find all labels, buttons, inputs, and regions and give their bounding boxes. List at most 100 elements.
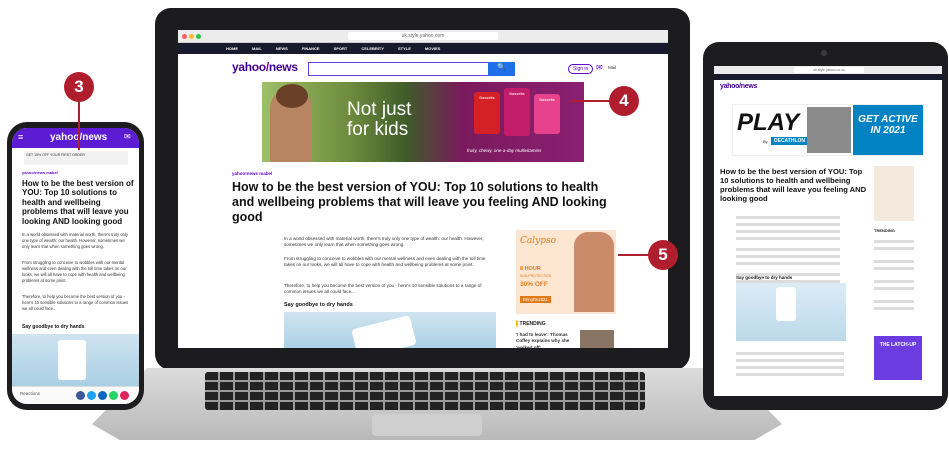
- play-logo: PLAY: [737, 109, 800, 136]
- search-button[interactable]: 🔍: [488, 62, 515, 76]
- bassetts-banner-ad[interactable]: Not just for kids Bassetts Bassetts Bass…: [262, 82, 584, 162]
- ad-line-3: 30% OFF: [520, 281, 548, 288]
- callout-3: 3: [64, 72, 94, 102]
- mail-icon[interactable]: ✉: [596, 63, 603, 72]
- tablet-screen: uk.style.yahoo.co.uk yahoo/news PLAY By …: [714, 66, 942, 396]
- yahoo-news-logo[interactable]: yahoo/news: [232, 60, 298, 74]
- phone-mini-ad[interactable]: GET 15% OFF YOUR FIRST ORDER: [24, 151, 128, 165]
- get-active-text: GET ACTIVE IN 2021: [853, 105, 923, 155]
- tablet-address-bar[interactable]: uk.style.yahoo.co.uk: [794, 67, 864, 73]
- hand-cream-image: [284, 312, 496, 348]
- trending-label: ▌TRENDING: [516, 321, 546, 327]
- decathlon-logo: DECATHLON: [771, 137, 809, 145]
- calypso-side-ad[interactable]: Calypso 8 HOUR SUN PROTECTION 30% OFF Br…: [516, 230, 616, 314]
- article-subheading: Say goodbye to dry hands: [284, 302, 353, 308]
- phone-paragraph-1: In a world obsessed with material worth,…: [22, 232, 128, 249]
- minimize-dot-icon[interactable]: [189, 34, 194, 39]
- phone-paragraph-3: Therefore, to help you become the best v…: [22, 294, 129, 311]
- tablet-browser-chrome: uk.style.yahoo.co.uk: [714, 66, 942, 74]
- treadmill-photo: [807, 107, 851, 153]
- messenger-icon[interactable]: [98, 391, 107, 400]
- bassetts-pack-3: Bassetts: [534, 94, 560, 134]
- reactions-label[interactable]: Reactions: [20, 391, 40, 396]
- nav-sport[interactable]: SPORT: [334, 46, 348, 51]
- phone-mail-icon[interactable]: ✉: [124, 132, 131, 141]
- callout-3-line: [78, 102, 80, 150]
- trending-item[interactable]: 'I had to leave': Thomas Coffey explains…: [516, 332, 576, 348]
- ad-line-2: SUN PROTECTION: [520, 274, 552, 278]
- site-navbar: HOME MAIL NEWS FINANCE SPORT CELEBRITY S…: [178, 43, 668, 54]
- phone-cream-tube: [58, 340, 86, 380]
- banner-text: Not just for kids: [347, 99, 412, 140]
- tablet-subheading: Say goodbye to dry hands: [736, 275, 793, 280]
- tablet-trending-list: [874, 236, 934, 310]
- tablet-paragraphs: [736, 212, 840, 283]
- trending-text: TRENDING: [519, 321, 546, 327]
- tablet-trending-label: TRENDING: [874, 228, 895, 233]
- facebook-icon[interactable]: [76, 391, 85, 400]
- close-dot-icon[interactable]: [182, 34, 187, 39]
- source-logos: yahoo!news mabel: [232, 171, 273, 176]
- tablet-cream-tube: [776, 287, 796, 321]
- callout-4: 4: [609, 86, 639, 116]
- cream-tube: [351, 315, 417, 348]
- tablet-headline: How to be the best version of YOU: Top 1…: [720, 167, 867, 203]
- article-headline: How to be the best version of YOU: Top 1…: [232, 180, 607, 224]
- tablet-hand-image: [736, 283, 846, 341]
- tablet-paragraphs-2: [736, 348, 844, 376]
- nav-finance[interactable]: FINANCE: [302, 46, 320, 51]
- callout-5-line: [618, 254, 650, 256]
- callout-4-line: [570, 100, 610, 102]
- phone-headline: How to be the best version of YOU: Top 1…: [22, 179, 134, 226]
- tablet-logo[interactable]: yahoo/news: [720, 83, 757, 90]
- nav-news[interactable]: NEWS: [276, 46, 288, 51]
- latch-up-ad[interactable]: THE LATCH-UP: [874, 336, 922, 380]
- phone-share-bar: Reactions: [12, 386, 139, 404]
- phone-source-logos: yahoo!news mabel: [22, 170, 58, 175]
- nav-home[interactable]: HOME: [226, 46, 238, 51]
- logo-main: yahoo: [232, 60, 266, 74]
- laptop-trackpad: [372, 414, 482, 436]
- tablet-navbar: [714, 74, 942, 80]
- phone-hand-image: [12, 334, 139, 386]
- email-share-icon[interactable]: [120, 391, 129, 400]
- bassetts-pack-2: Bassetts: [504, 88, 530, 136]
- nav-mail[interactable]: MAIL: [252, 46, 262, 51]
- twitter-icon[interactable]: [87, 391, 96, 400]
- calypso-logo: Calypso: [520, 236, 557, 246]
- sign-in-button[interactable]: Sign in: [568, 64, 594, 74]
- phone-screen: ≡ yahoo/news ✉ GET 15% OFF YOUR FIRST OR…: [12, 128, 139, 404]
- mail-label[interactable]: Mail: [608, 65, 616, 70]
- search-icon: 🔍: [497, 64, 506, 71]
- hair-shape: [276, 84, 308, 108]
- address-bar[interactable]: uk.style.yahoo.com: [348, 32, 498, 40]
- maximize-dot-icon[interactable]: [196, 34, 201, 39]
- browser-chrome: uk.style.yahoo.com: [178, 30, 668, 43]
- nav-celebrity[interactable]: CELEBRITY: [361, 46, 384, 51]
- hamburger-icon[interactable]: ≡: [18, 132, 23, 142]
- ad-by-text: By: [763, 139, 768, 144]
- tablet-side-ad[interactable]: [874, 166, 914, 221]
- banner-tagline: fruity, chewy, one-a-day multivitamins: [467, 148, 542, 153]
- laptop-screen: uk.style.yahoo.com HOME MAIL NEWS FINANC…: [178, 30, 668, 348]
- bassetts-pack-1: Bassetts: [474, 92, 500, 134]
- phone-paragraph-2: From struggling to conceive to wobbles w…: [22, 260, 127, 283]
- article-paragraph-2: From struggling to conceive to wobbles w…: [284, 256, 486, 268]
- article-paragraph-1: In a world obsessed with material worth,…: [284, 236, 484, 248]
- ad-promo-code: BringOn2021: [520, 296, 551, 303]
- nav-style[interactable]: STYLE: [398, 46, 411, 51]
- model-photo: [574, 232, 614, 312]
- decathlon-banner-ad[interactable]: PLAY By DECATHLON GET ACTIVE IN 2021: [732, 104, 924, 156]
- laptop-keyboard: [205, 372, 645, 410]
- phone-header: ≡ yahoo/news ✉: [12, 128, 139, 148]
- tablet-camera: [821, 50, 827, 56]
- nav-movies[interactable]: MOVIES: [425, 46, 441, 51]
- ad-line-1: 8 HOUR: [520, 266, 541, 272]
- search-input[interactable]: [308, 62, 490, 76]
- trending-thumb: [580, 330, 614, 348]
- logo-section: news: [268, 60, 298, 74]
- phone-subheading: Say goodbye to dry hands: [22, 324, 85, 330]
- callout-5: 5: [648, 240, 678, 270]
- whatsapp-icon[interactable]: [109, 391, 118, 400]
- article-paragraph-3: Therefore, to help you become the best v…: [284, 283, 482, 295]
